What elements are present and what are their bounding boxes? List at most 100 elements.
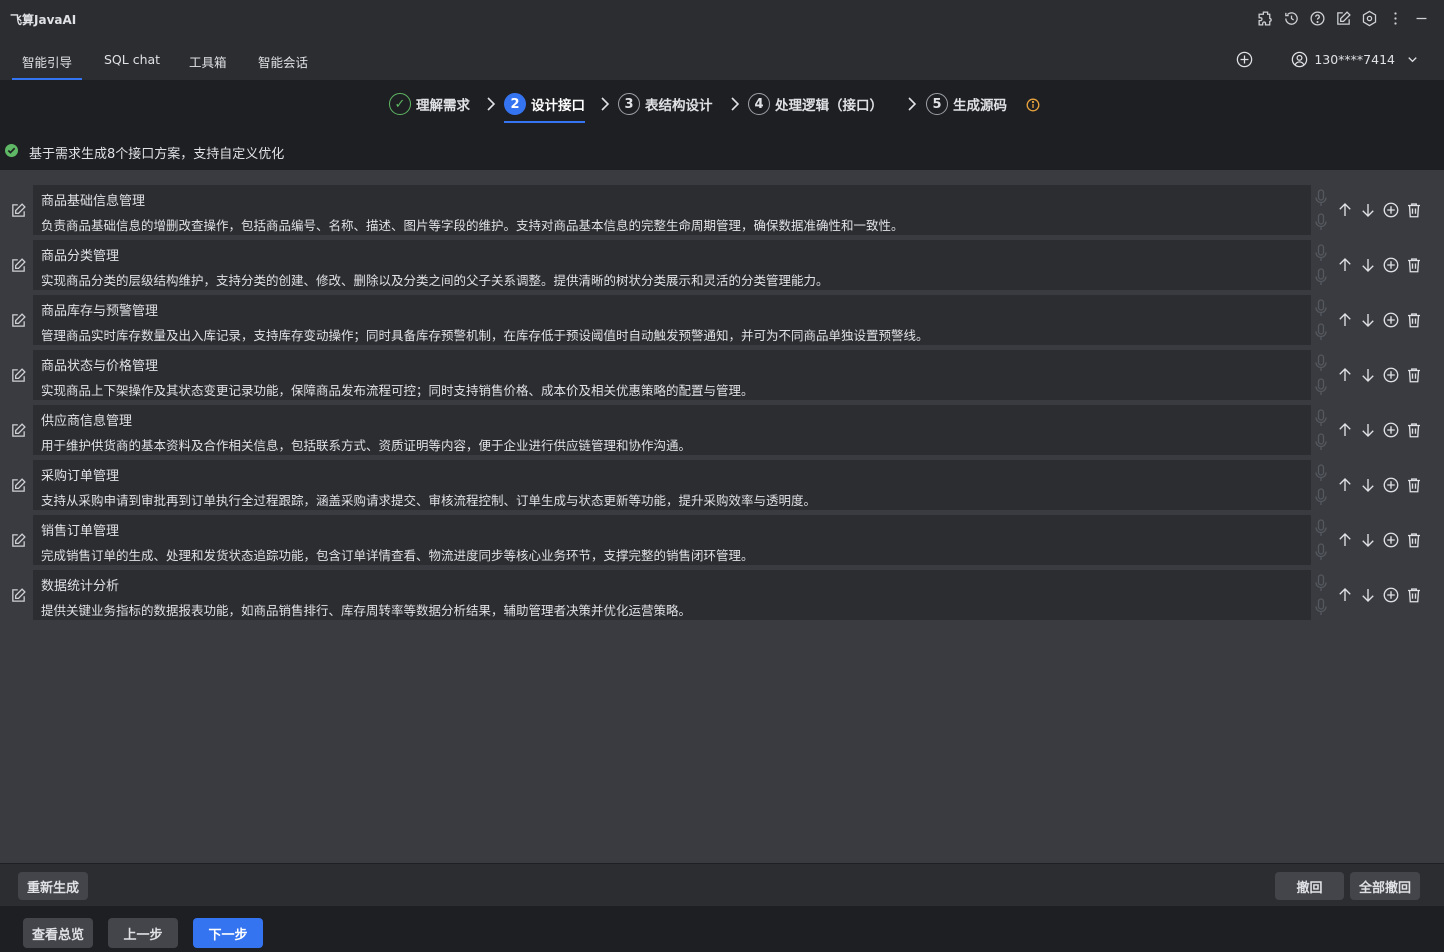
edit-icon[interactable] [10,587,27,604]
delete-icon[interactable] [1405,201,1423,219]
edit-icon[interactable] [10,532,27,549]
delete-icon[interactable] [1405,531,1423,549]
history-icon[interactable] [1282,9,1300,27]
edit-note-icon[interactable] [1334,9,1352,27]
microphone-icon[interactable] [1314,488,1328,506]
voice-input-group [1314,407,1328,455]
move-up-icon[interactable] [1336,476,1354,494]
interface-row: 商品基础信息管理 负责商品基础信息的增删改查操作，包括商品编号、名称、描述、图片等… [0,185,1444,235]
edit-icon[interactable] [10,257,27,274]
microphone-icon[interactable] [1314,543,1328,561]
chevron-down-icon[interactable] [1405,52,1420,67]
add-circle-icon[interactable] [1382,311,1400,329]
microphone-icon[interactable] [1314,433,1328,451]
interface-description: 负责商品基础信息的增删改查操作，包括商品编号、名称、描述、图片等字段的维护。支持… [41,218,904,233]
delete-icon[interactable] [1405,476,1423,494]
move-up-icon[interactable] [1336,256,1354,274]
microphone-icon[interactable] [1314,464,1328,482]
add-circle-icon[interactable] [1382,366,1400,384]
add-icon[interactable] [1235,50,1254,69]
microphone-icon[interactable] [1314,268,1328,286]
move-down-icon[interactable] [1359,531,1377,549]
tab-sql-chat[interactable]: SQL chat [104,52,160,67]
add-circle-icon[interactable] [1382,201,1400,219]
interface-card[interactable]: 商品状态与价格管理 实现商品上下架操作及其状态变更记录功能，保障商品发布流程可控；… [33,350,1311,400]
add-circle-icon[interactable] [1382,531,1400,549]
move-down-icon[interactable] [1359,421,1377,439]
interface-card[interactable]: 商品分类管理 实现商品分类的层级结构维护，支持分类的创建、修改、删除以及分类之间的… [33,240,1311,290]
step-generate-code[interactable]: 5 生成源码 [926,93,1007,115]
move-up-icon[interactable] [1336,531,1354,549]
interface-card[interactable]: 数据统计分析 提供关键业务指标的数据报表功能，如商品销售排行、库存周转率等数据分析… [33,570,1311,620]
undo-button[interactable]: 撤回 [1275,872,1344,900]
action-bar: 重新生成 撤回 全部撤回 [0,863,1444,906]
next-step-button[interactable]: 下一步 [193,918,263,948]
add-circle-icon[interactable] [1382,476,1400,494]
microphone-icon[interactable] [1314,323,1328,341]
add-circle-icon[interactable] [1382,586,1400,604]
edit-icon[interactable] [10,312,27,329]
move-up-icon[interactable] [1336,586,1354,604]
microphone-icon[interactable] [1314,213,1328,231]
microphone-icon[interactable] [1314,354,1328,372]
add-circle-icon[interactable] [1382,421,1400,439]
move-up-icon[interactable] [1336,311,1354,329]
step-logic[interactable]: 4 处理逻辑（接口） [748,93,883,115]
edit-icon[interactable] [10,367,27,384]
microphone-icon[interactable] [1314,574,1328,592]
edit-icon[interactable] [10,477,27,494]
edit-icon[interactable] [10,422,27,439]
move-up-icon[interactable] [1336,421,1354,439]
delete-icon[interactable] [1405,421,1423,439]
move-down-icon[interactable] [1359,256,1377,274]
delete-icon[interactable] [1405,311,1423,329]
step-understand[interactable]: ✓ 理解需求 [389,93,470,115]
undo-all-button[interactable]: 全部撤回 [1350,872,1420,900]
move-down-icon[interactable] [1359,366,1377,384]
edit-icon[interactable] [10,202,27,219]
delete-icon[interactable] [1405,586,1423,604]
microphone-icon[interactable] [1314,244,1328,262]
step-design-interface[interactable]: 2 设计接口 [504,93,585,123]
plugin-icon[interactable] [1256,9,1274,27]
settings-icon[interactable] [1360,9,1378,27]
step-table-design[interactable]: 3 表结构设计 [618,93,713,115]
interface-description: 实现商品上下架操作及其状态变更记录功能，保障商品发布流程可控；同时支持销售价格、… [41,383,754,398]
interface-description: 提供关键业务指标的数据报表功能，如商品销售排行、库存周转率等数据分析结果，辅助管… [41,603,692,618]
minimize-icon[interactable] [1412,9,1430,27]
interface-list: 商品基础信息管理 负责商品基础信息的增删改查操作，包括商品编号、名称、描述、图片等… [0,170,1444,863]
step-number: 2 [504,93,526,115]
move-down-icon[interactable] [1359,476,1377,494]
prev-step-button[interactable]: 上一步 [108,918,178,948]
move-down-icon[interactable] [1359,201,1377,219]
delete-icon[interactable] [1405,366,1423,384]
info-icon[interactable] [1026,98,1040,112]
help-icon[interactable] [1308,9,1326,27]
microphone-icon[interactable] [1314,519,1328,537]
move-down-icon[interactable] [1359,586,1377,604]
microphone-icon[interactable] [1314,378,1328,396]
microphone-icon[interactable] [1314,598,1328,616]
tab-smart-chat[interactable]: 智能会话 [258,52,308,71]
microphone-icon[interactable] [1314,299,1328,317]
move-down-icon[interactable] [1359,311,1377,329]
delete-icon[interactable] [1405,256,1423,274]
interface-card[interactable]: 供应商信息管理 用于维护供货商的基本资料及合作相关信息，包括联系方式、资质证明等内… [33,405,1311,455]
tab-smart-guide[interactable]: 智能引导 [11,52,83,80]
more-icon[interactable] [1386,9,1404,27]
regenerate-button[interactable]: 重新生成 [18,872,88,900]
interface-card[interactable]: 商品基础信息管理 负责商品基础信息的增删改查操作，包括商品编号、名称、描述、图片等… [33,185,1311,235]
interface-card[interactable]: 销售订单管理 完成销售订单的生成、处理和发货状态追踪功能，包含订单详情查看、物流进… [33,515,1311,565]
tab-toolbox[interactable]: 工具箱 [189,52,227,71]
microphone-icon[interactable] [1314,409,1328,427]
add-circle-icon[interactable] [1382,256,1400,274]
move-up-icon[interactable] [1336,201,1354,219]
user-id[interactable]: 130****7414 [1314,52,1395,67]
move-up-icon[interactable] [1336,366,1354,384]
microphone-icon[interactable] [1314,189,1328,207]
interface-card[interactable]: 商品库存与预警管理 管理商品实时库存数量及出入库记录，支持库存变动操作；同时具备库… [33,295,1311,345]
overview-button[interactable]: 查看总览 [23,918,93,948]
user-icon[interactable] [1290,50,1309,69]
interface-card[interactable]: 采购订单管理 支持从采购申请到审批再到订单执行全过程跟踪，涵盖采购请求提交、审核流… [33,460,1311,510]
chevron-right-icon [907,96,917,112]
